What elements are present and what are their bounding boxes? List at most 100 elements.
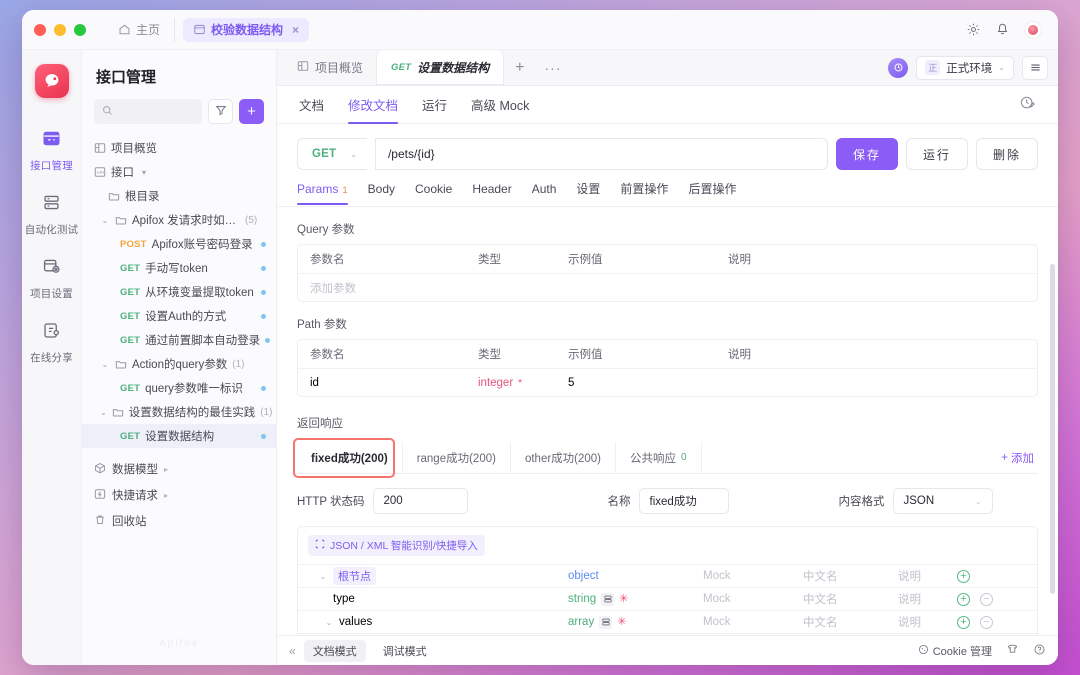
filter-button[interactable]: [208, 99, 233, 124]
help-icon[interactable]: [1033, 643, 1046, 659]
tab-set-data-structure[interactable]: GET 设置数据结构: [377, 50, 504, 85]
response-tab-other[interactable]: other成功(200): [511, 442, 617, 473]
schema-row-items[interactable]: ITEMS string Mock 中文名 说明: [298, 633, 1037, 635]
tab-pre-operation[interactable]: 前置操作: [620, 180, 668, 206]
tab-header[interactable]: Header: [472, 182, 511, 205]
cookie-manage-button[interactable]: Cookie 管理: [918, 643, 992, 659]
tree-item-api-selected[interactable]: GET 设置数据结构: [82, 424, 276, 448]
save-button[interactable]: 保存: [835, 138, 898, 170]
tree-item-api[interactable]: GET query参数唯一标识: [82, 376, 276, 400]
schema-row-type[interactable]: type string ✳ Mock 中文名 说明 + −: [298, 587, 1037, 610]
schema-cn-cell[interactable]: 中文名: [803, 568, 898, 584]
tab-settings[interactable]: 设置: [576, 180, 600, 206]
schema-desc-cell[interactable]: 说明: [898, 591, 957, 607]
search-input[interactable]: [119, 105, 194, 118]
chevron-down-icon[interactable]: ⌄: [100, 408, 107, 417]
tab-more-button[interactable]: ···: [537, 60, 570, 76]
add-response-button[interactable]: + 添加: [997, 442, 1038, 473]
status-code-input[interactable]: 200: [372, 488, 468, 514]
avatar[interactable]: [1024, 20, 1042, 39]
gear-icon[interactable]: [966, 22, 981, 37]
mode-debug-button[interactable]: 调试模式: [374, 640, 436, 662]
project-tab[interactable]: 校验数据结构 ×: [183, 17, 310, 42]
minimize-window-button[interactable]: [54, 23, 66, 36]
sidebar-item-quick-request[interactable]: 快捷请求 ▸: [82, 482, 276, 508]
sync-status-icon[interactable]: [888, 57, 909, 78]
vertical-scrollbar[interactable]: [1050, 264, 1055, 594]
chevron-right-icon[interactable]: ▸: [164, 491, 168, 500]
mode-doc-button[interactable]: 文档模式: [303, 639, 366, 662]
chevron-down-icon[interactable]: ▾: [139, 168, 149, 177]
run-button[interactable]: 运行: [905, 138, 968, 170]
remove-field-icon[interactable]: −: [980, 592, 993, 606]
maximize-window-button[interactable]: [74, 23, 86, 36]
tab-params[interactable]: Params 1: [297, 182, 348, 205]
response-name-input[interactable]: fixed成功: [638, 488, 729, 514]
schema-type-cell[interactable]: string ✳: [568, 592, 703, 606]
table-row[interactable]: id integer * 5: [298, 368, 1037, 396]
tab-post-operation[interactable]: 后置操作: [688, 180, 736, 206]
close-window-button[interactable]: [34, 23, 46, 36]
tree-item-overview[interactable]: 项目概览: [82, 136, 276, 160]
tree-item-api[interactable]: GET 手动写token: [82, 256, 276, 280]
sidebar-item-api-management[interactable]: 接口管理: [24, 120, 80, 184]
schema-type-cell[interactable]: array ✳: [568, 615, 703, 629]
schema-row-root[interactable]: ⌄ 根节点 object Mock 中文名 说明 +: [298, 564, 1037, 587]
sidebar-item-trash[interactable]: 回收站: [82, 508, 276, 534]
tree-item-api[interactable]: POST Apifox账号密码登录: [82, 232, 276, 256]
smart-import-button[interactable]: JSON / XML 智能识别/快捷导入: [308, 535, 485, 556]
chevron-down-icon[interactable]: ⌄: [318, 572, 328, 581]
enum-list-icon[interactable]: [601, 592, 615, 606]
response-tab-public[interactable]: 公共响应 0: [616, 442, 702, 473]
environment-selector[interactable]: 正 正式环境 ⌄: [916, 55, 1014, 80]
schema-mock-cell[interactable]: Mock: [703, 570, 803, 582]
window-controls[interactable]: [34, 23, 86, 36]
sidebar-item-project-settings[interactable]: 项目设置: [24, 248, 80, 312]
tab-doc[interactable]: 文档: [299, 86, 324, 124]
chevron-down-icon[interactable]: ⌄: [100, 216, 110, 225]
tree-item-apis[interactable]: API 接口 ▾: [82, 160, 276, 184]
content-format-select[interactable]: JSON ⌄: [892, 488, 993, 514]
tab-body[interactable]: Body: [368, 182, 395, 205]
theme-icon[interactable]: [1006, 643, 1019, 659]
chevron-down-icon[interactable]: ⌄: [100, 360, 110, 369]
response-tab-fixed[interactable]: fixed成功(200): [297, 442, 403, 473]
sidebar-item-automation-test[interactable]: 自动化测试: [24, 184, 80, 248]
schema-desc-cell[interactable]: 说明: [898, 614, 957, 630]
bell-icon[interactable]: [995, 22, 1010, 37]
schema-cn-cell[interactable]: 中文名: [803, 591, 898, 607]
search-box[interactable]: [94, 99, 202, 124]
add-field-icon[interactable]: +: [957, 592, 970, 606]
new-tab-button[interactable]: +: [503, 59, 536, 77]
delete-button[interactable]: 删除: [975, 138, 1038, 170]
tab-advanced-mock[interactable]: 高级 Mock: [471, 86, 529, 124]
enum-list-icon[interactable]: [599, 615, 613, 629]
tree-item-folder[interactable]: ⌄ Apifox 发请求时如何自动... (5): [82, 208, 276, 232]
method-selector[interactable]: GET ⌄: [297, 138, 367, 170]
tree-item-api[interactable]: GET 从环境变量提取token: [82, 280, 276, 304]
close-tab-icon[interactable]: ×: [292, 23, 299, 37]
schema-cn-cell[interactable]: 中文名: [803, 614, 898, 630]
add-field-icon[interactable]: +: [957, 569, 970, 583]
schema-desc-cell[interactable]: 说明: [898, 568, 957, 584]
tree-item-folder[interactable]: ⌄ 设置数据结构的最佳实践 (1): [82, 400, 276, 424]
collapse-icon[interactable]: «: [289, 644, 296, 658]
chevron-right-icon[interactable]: ▸: [164, 465, 168, 474]
schema-mock-cell[interactable]: Mock: [703, 593, 803, 605]
tab-project-overview[interactable]: 项目概览: [283, 50, 377, 85]
tab-auth[interactable]: Auth: [532, 182, 557, 205]
add-param-row[interactable]: 添加参数: [298, 273, 1037, 301]
chevron-down-icon[interactable]: ⌄: [324, 618, 334, 627]
response-tab-range[interactable]: range成功(200): [403, 442, 511, 473]
schema-mock-cell[interactable]: Mock: [703, 616, 803, 628]
sidebar-item-data-model[interactable]: 数据模型 ▸: [82, 456, 276, 482]
home-tab[interactable]: 主页: [108, 17, 176, 42]
schema-type-cell[interactable]: object: [568, 570, 703, 582]
url-input[interactable]: [374, 138, 828, 170]
tree-item-api[interactable]: GET 设置Auth的方式: [82, 304, 276, 328]
add-field-icon[interactable]: +: [957, 615, 970, 629]
tab-run[interactable]: 运行: [422, 86, 447, 124]
history-edit-icon[interactable]: [1019, 94, 1036, 116]
menu-button[interactable]: [1022, 55, 1048, 80]
remove-field-icon[interactable]: −: [980, 615, 993, 629]
